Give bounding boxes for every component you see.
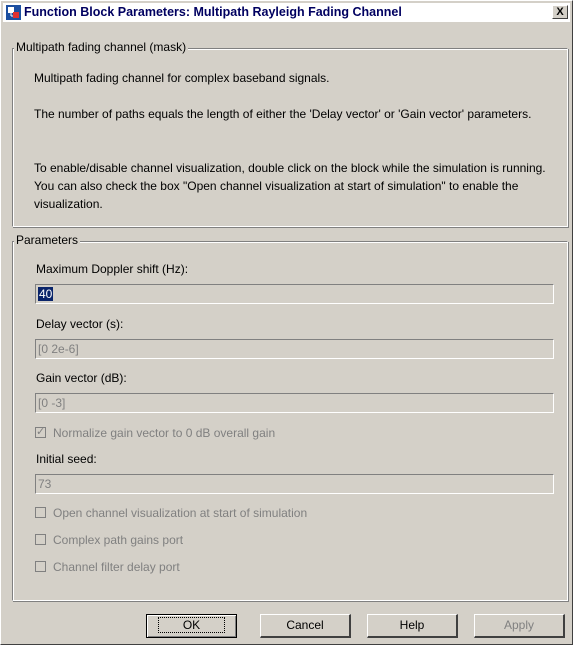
normalize-checkbox-row[interactable]: Normalize gain vector to 0 dB overall ga… [35,425,276,442]
title-bar[interactable]: Function Block Parameters: Multipath Ray… [3,3,570,22]
mask-description-1: Multipath fading channel for complex bas… [34,71,330,85]
window-title: Function Block Parameters: Multipath Ray… [24,5,402,19]
ok-button[interactable]: OK [146,614,237,638]
filter-delay-checkbox[interactable] [35,561,46,572]
seed-input[interactable]: 73 [35,474,554,494]
gain-label: Gain vector (dB): [36,371,127,385]
cancel-button[interactable]: Cancel [260,614,351,638]
delay-label: Delay vector (s): [36,317,124,331]
mask-description-3: To enable/disable channel visualization,… [34,161,546,211]
close-button[interactable]: X [552,5,568,19]
complex-gain-row[interactable]: Complex path gains port [35,533,183,549]
seed-label: Initial seed: [36,452,97,466]
mask-description-2: The number of paths equals the length of… [34,107,532,121]
normalize-label: Normalize gain vector to 0 dB overall ga… [53,426,276,440]
doppler-label: Maximum Doppler shift (Hz): [36,262,189,276]
open-visualization-checkbox[interactable] [35,507,46,518]
open-visualization-row[interactable]: Open channel visualization at start of s… [35,506,307,522]
doppler-input[interactable]: 40 [35,284,554,304]
filter-delay-row[interactable]: Channel filter delay port [35,560,180,576]
help-button[interactable]: Help [367,614,458,638]
close-icon: X [556,6,564,18]
open-visualization-label: Open channel visualization at start of s… [53,506,308,520]
apply-button[interactable]: Apply [474,614,565,638]
filter-delay-label: Channel filter delay port [53,560,180,574]
parameters-group-legend: Parameters [14,233,81,247]
delay-input[interactable]: [0 2e-6] [35,339,554,359]
complex-gain-label: Complex path gains port [53,533,184,547]
dialog-window: Function Block Parameters: Multipath Ray… [0,0,573,645]
normalize-checkbox[interactable] [35,425,46,438]
ok-label: OK [157,617,226,633]
doppler-value: 40 [38,287,54,301]
mask-group-legend: Multipath fading channel (mask) [14,40,189,54]
gain-input[interactable]: [0 -3] [35,393,554,413]
simulink-block-icon [6,5,21,20]
complex-gain-checkbox[interactable] [35,534,46,545]
